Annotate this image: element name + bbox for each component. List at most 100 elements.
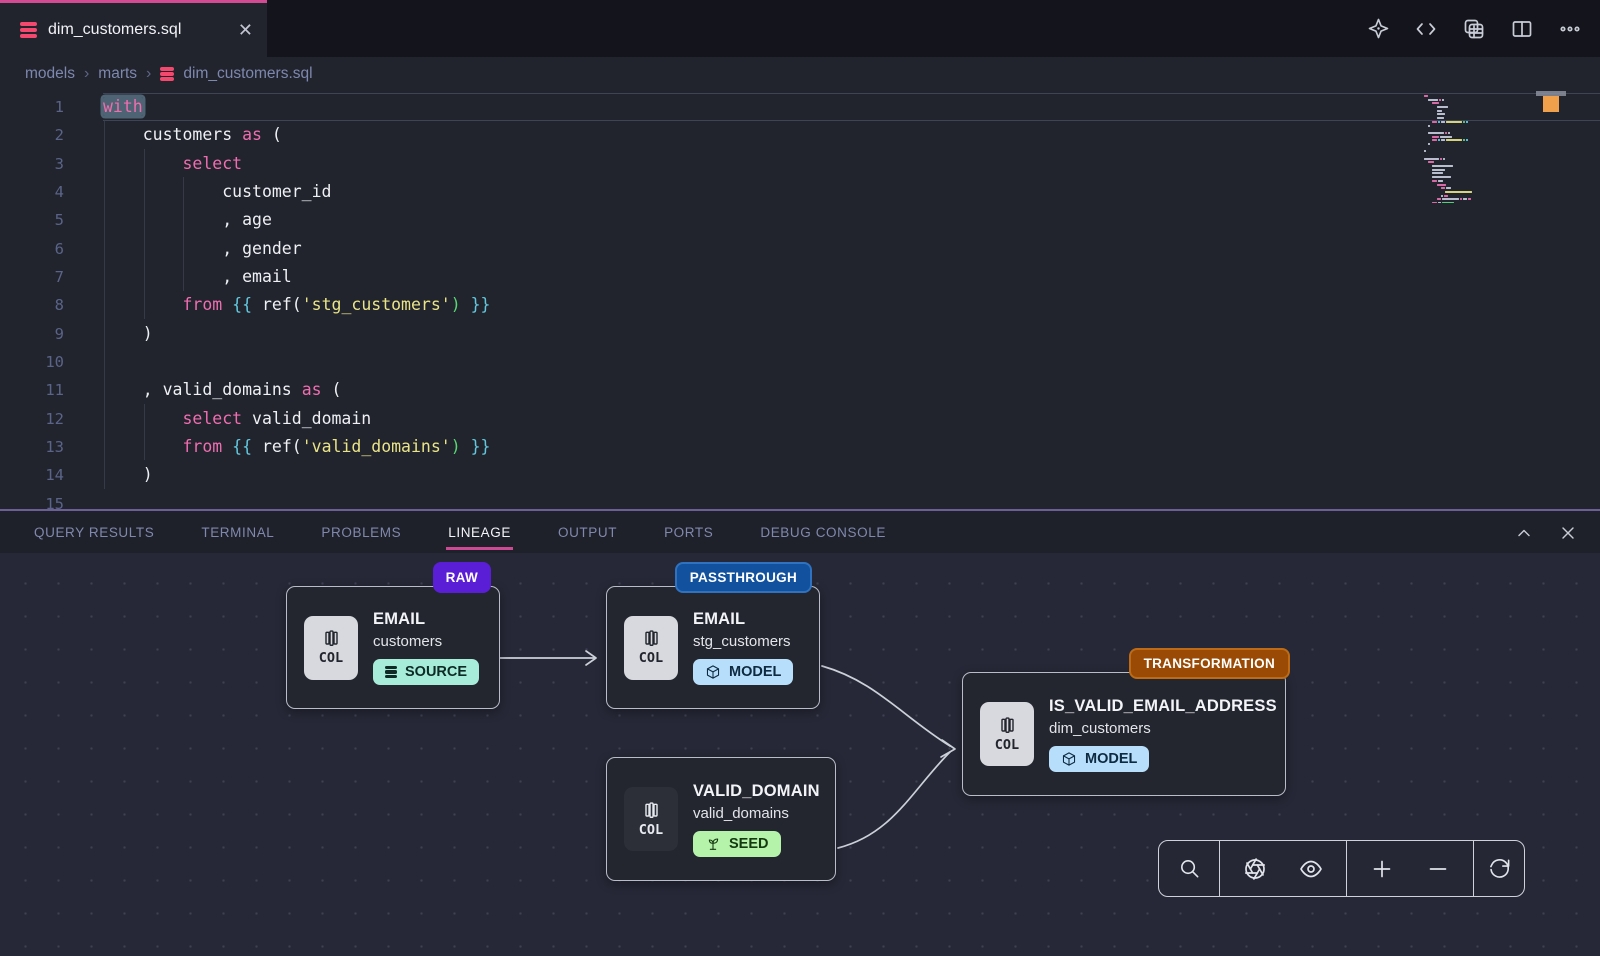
refresh-button[interactable] — [1477, 847, 1521, 891]
code-text — [103, 490, 1600, 509]
zoom-in-button[interactable] — [1360, 847, 1404, 891]
line-number: 11 — [0, 376, 64, 404]
chevron-up-icon[interactable] — [1514, 523, 1534, 543]
dbt-icon[interactable] — [1366, 17, 1390, 41]
column-category-badge: RAW — [433, 562, 491, 593]
columns-icon — [321, 629, 341, 649]
more-icon[interactable] — [1558, 17, 1582, 41]
line-number: 8 — [0, 291, 64, 319]
code-text: select valid_domain — [103, 405, 1600, 433]
minimap-line — [1424, 187, 1536, 189]
code-text: ) — [103, 320, 1600, 348]
lineage-canvas[interactable]: RAW COL EMAIL customers SOURCE PASSTHROU — [0, 553, 1600, 956]
line-number: 2 — [0, 121, 64, 149]
breadcrumb-separator: › — [84, 65, 89, 83]
minimap-line — [1424, 106, 1536, 108]
column-chip: COL — [980, 702, 1034, 766]
code-text: , valid_domains as ( — [103, 376, 1600, 404]
breadcrumb-separator: › — [146, 65, 151, 83]
overview-ruler-marker — [1543, 96, 1559, 112]
code-line[interactable]: 10 — [0, 348, 1600, 376]
tab-ports[interactable]: PORTS — [664, 519, 713, 546]
code-text: , age — [103, 206, 1600, 234]
code-line[interactable]: 2 customers as ( — [0, 121, 1600, 149]
resource-type-badge: MODEL — [693, 659, 793, 685]
minimap-line — [1424, 102, 1536, 104]
resource-type-badge: SOURCE — [373, 659, 479, 685]
code-line[interactable]: 5 , age — [0, 206, 1600, 234]
line-number: 7 — [0, 263, 64, 291]
lineage-node-stg-customers-email[interactable]: PASSTHROUGH COL EMAIL stg_customers MODE… — [606, 586, 820, 709]
model-name: valid_domains — [693, 805, 820, 822]
cube-icon — [1061, 751, 1077, 767]
code-line[interactable]: 11 , valid_domains as ( — [0, 376, 1600, 404]
tab-dim-customers-sql[interactable]: dim_customers.sql ✕ — [0, 0, 267, 57]
code-icon[interactable] — [1414, 17, 1438, 41]
cube-icon — [705, 664, 721, 680]
minimap-line — [1424, 121, 1536, 123]
code-line[interactable]: 15 — [0, 490, 1600, 509]
tab-terminal[interactable]: TERMINAL — [201, 519, 274, 546]
tab-label: dim_customers.sql — [48, 21, 238, 39]
column-category-badge: PASSTHROUGH — [675, 562, 812, 593]
code-line[interactable]: 4 customer_id — [0, 178, 1600, 206]
minimap-line — [1424, 158, 1536, 160]
zoom-out-button[interactable] — [1416, 847, 1460, 891]
breadcrumb-models[interactable]: models — [25, 65, 75, 83]
aperture-button[interactable] — [1233, 847, 1277, 891]
line-number: 4 — [0, 178, 64, 206]
column-name: IS_VALID_EMAIL_ADDRESS — [1049, 697, 1277, 716]
minimap-line — [1424, 95, 1536, 97]
line-number: 3 — [0, 150, 64, 178]
sprout-icon — [705, 836, 721, 852]
code-line[interactable]: 13 from {{ ref('valid_domains') }} — [0, 433, 1600, 461]
minimap[interactable] — [1424, 95, 1536, 203]
minimap-line — [1424, 180, 1536, 182]
panel-tabs: QUERY RESULTS TERMINAL PROBLEMS LINEAGE … — [0, 519, 886, 546]
split-editor-icon[interactable] — [1510, 17, 1534, 41]
minimap-line — [1424, 139, 1536, 141]
search-button[interactable] — [1167, 847, 1211, 891]
lineage-node-dim-customers-is-valid-email-address[interactable]: TRANSFORMATION COL IS_VALID_EMAIL_ADDRES… — [962, 672, 1286, 796]
code-line[interactable]: 12 select valid_domain — [0, 405, 1600, 433]
breadcrumb-marts[interactable]: marts — [98, 65, 137, 83]
code-line[interactable]: 7 , email — [0, 263, 1600, 291]
tab-query-results[interactable]: QUERY RESULTS — [34, 519, 154, 546]
close-panel-icon[interactable] — [1558, 523, 1578, 543]
code-text: , email — [103, 263, 1600, 291]
tab-problems[interactable]: PROBLEMS — [321, 519, 401, 546]
minimap-line — [1424, 195, 1536, 197]
code-line[interactable]: 6 , gender — [0, 235, 1600, 263]
line-number: 1 — [0, 93, 64, 121]
database-icon — [385, 666, 397, 678]
minimap-line — [1424, 161, 1536, 163]
code-editor[interactable]: 1 with2 customers as (3 select4 customer_… — [0, 91, 1600, 509]
column-chip: COL — [304, 616, 358, 680]
line-number: 14 — [0, 461, 64, 489]
code-line[interactable]: 8 from {{ ref('stg_customers') }} — [0, 291, 1600, 319]
code-line[interactable]: 14 ) — [0, 461, 1600, 489]
model-name: stg_customers — [693, 633, 793, 650]
tab-lineage[interactable]: LINEAGE — [448, 519, 511, 546]
code-text: with — [103, 93, 1600, 121]
column-chip: COL — [624, 787, 678, 851]
copy-table-icon[interactable] — [1462, 17, 1486, 41]
line-number: 12 — [0, 405, 64, 433]
editor-scrollbar[interactable] — [1536, 91, 1566, 509]
lineage-node-valid-domains-valid-domain[interactable]: COL VALID_DOMAIN valid_domains SEED — [606, 757, 836, 881]
eye-button[interactable] — [1289, 847, 1333, 891]
indent-guide — [183, 177, 184, 291]
resource-type-badge: MODEL — [1049, 746, 1149, 772]
breadcrumb: models › marts › dim_customers.sql — [0, 57, 1600, 91]
code-line[interactable]: 3 select — [0, 150, 1600, 178]
code-line[interactable]: 9 ) — [0, 320, 1600, 348]
lineage-node-customers-email[interactable]: RAW COL EMAIL customers SOURCE — [286, 586, 500, 709]
minimap-line — [1424, 147, 1536, 149]
breadcrumb-file[interactable]: dim_customers.sql — [183, 65, 312, 83]
tab-output[interactable]: OUTPUT — [558, 519, 617, 546]
tab-debug-console[interactable]: DEBUG CONSOLE — [760, 519, 886, 546]
close-tab-icon[interactable]: ✕ — [238, 20, 253, 41]
code-line[interactable]: 1 with — [0, 93, 1600, 121]
columns-icon — [997, 716, 1017, 736]
columns-icon — [641, 629, 661, 649]
